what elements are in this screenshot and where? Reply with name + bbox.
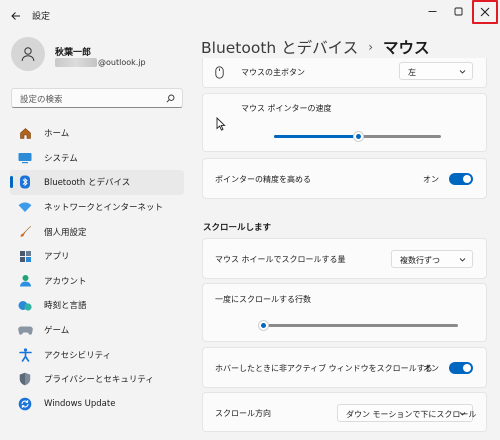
chevron-down-icon [459,412,466,416]
chevron-down-icon [459,258,466,262]
sidebar-item-bluetooth[interactable]: Bluetooth とデバイス [10,170,184,195]
toggle-switch[interactable] [449,173,473,185]
time-language-icon [18,300,32,311]
primary-button-dropdown[interactable]: 左 [399,62,473,80]
sidebar-nav: ホーム システム Bluetooth とデバイス ネットワークとインターネット … [10,121,184,416]
avatar[interactable] [11,37,45,71]
search-placeholder: 設定の検索 [20,95,63,105]
user-email-domain: @outlook.jp [98,58,146,67]
user-icon [21,47,35,62]
system-icon [18,152,32,164]
setting-scroll-direction: スクロール方向 ダウン モーションで下にスクロール [202,392,487,432]
sidebar-item-home[interactable]: ホーム [10,121,184,146]
user-email: @outlook.jp [55,58,146,67]
scroll-direction-dropdown[interactable]: ダウン モーションで下にスクロール [337,404,476,422]
setting-label: マウスの主ボタン [241,68,305,77]
slider-thumb[interactable] [353,131,364,142]
close-icon [480,7,490,17]
setting-primary-button: マウスの主ボタン 左 [202,58,487,88]
setting-inactive-scroll: ホバーしたときに非アクティブ ウィンドウをスクロールする オン [202,347,487,388]
maximize-icon [454,7,462,15]
maximize-button[interactable] [444,0,472,22]
minimize-button[interactable] [418,0,446,22]
setting-label: ポインターの精度を高める [215,175,311,184]
toggle-switch[interactable] [449,362,473,374]
setting-label: 一度にスクロールする行数 [215,295,311,304]
bluetooth-icon [20,175,30,189]
slider-thumb[interactable] [258,320,269,331]
page-title: マウス [383,39,430,57]
setting-lines-to-scroll: 一度にスクロールする行数 [202,283,487,342]
wheel-scroll-dropdown[interactable]: 複数行ずつ [391,250,473,268]
back-button[interactable] [6,6,26,26]
setting-label: マウス ポインターの速度 [241,104,332,113]
slider-fill [274,135,358,138]
shield-icon [19,372,31,386]
pointer-speed-slider[interactable] [274,131,441,142]
breadcrumb-separator: › [368,40,374,54]
close-button[interactable] [472,0,498,24]
sidebar-item-network[interactable]: ネットワークとインターネット [10,195,184,220]
sidebar-item-accessibility[interactable]: アクセシビリティ [10,342,184,367]
network-icon [18,202,32,213]
pointer-precision-toggle[interactable]: オン [423,173,473,185]
home-icon [19,127,31,139]
search-icon [166,94,175,103]
setting-pointer-speed: マウス ポインターの速度 [202,93,487,152]
lines-to-scroll-slider[interactable] [258,320,458,331]
sidebar-item-personalization[interactable]: 個人用設定 [10,219,184,244]
setting-pointer-precision: ポインターの精度を高める オン [202,158,487,199]
sidebar-item-windows-update[interactable]: Windows Update [10,392,184,417]
sidebar-item-privacy[interactable]: プライバシーとセキュリティ [10,367,184,392]
sidebar-item-accounts[interactable]: アカウント [10,269,184,294]
search-input[interactable]: 設定の検索 [11,88,183,108]
back-arrow-icon [11,12,20,20]
accessibility-icon [18,348,32,362]
apps-icon [19,250,31,262]
section-title-scroll: スクロールします [203,223,272,233]
minimize-icon [428,10,436,12]
update-icon [18,397,32,411]
setting-label: マウス ホイールでスクロールする量 [215,255,346,264]
brush-icon [20,226,31,237]
sidebar-item-time-language[interactable]: 時刻と言語 [10,293,184,318]
sidebar-item-gaming[interactable]: ゲーム [10,318,184,343]
app-title: 設定 [32,12,51,22]
chevron-down-icon [459,70,466,74]
sidebar-item-system[interactable]: システム [10,146,184,171]
mouse-pointer-icon [216,117,226,131]
breadcrumb-parent[interactable]: Bluetooth とデバイス [201,36,358,58]
title-bar: 設定 [0,0,500,32]
mouse-icon [215,66,224,79]
email-redaction [55,58,97,67]
account-icon [19,275,31,287]
gamepad-icon [17,326,33,335]
setting-label: ホバーしたときに非アクティブ ウィンドウをスクロールする [215,364,433,373]
setting-wheel-scroll: マウス ホイールでスクロールする量 複数行ずつ [202,238,487,279]
sidebar-item-apps[interactable]: アプリ [10,244,184,269]
inactive-scroll-toggle[interactable]: オン [423,362,473,374]
user-name: 秋葉一郎 [55,48,92,58]
setting-label: スクロール方向 [215,409,271,418]
breadcrumb: Bluetooth とデバイス › マウス [201,36,430,58]
